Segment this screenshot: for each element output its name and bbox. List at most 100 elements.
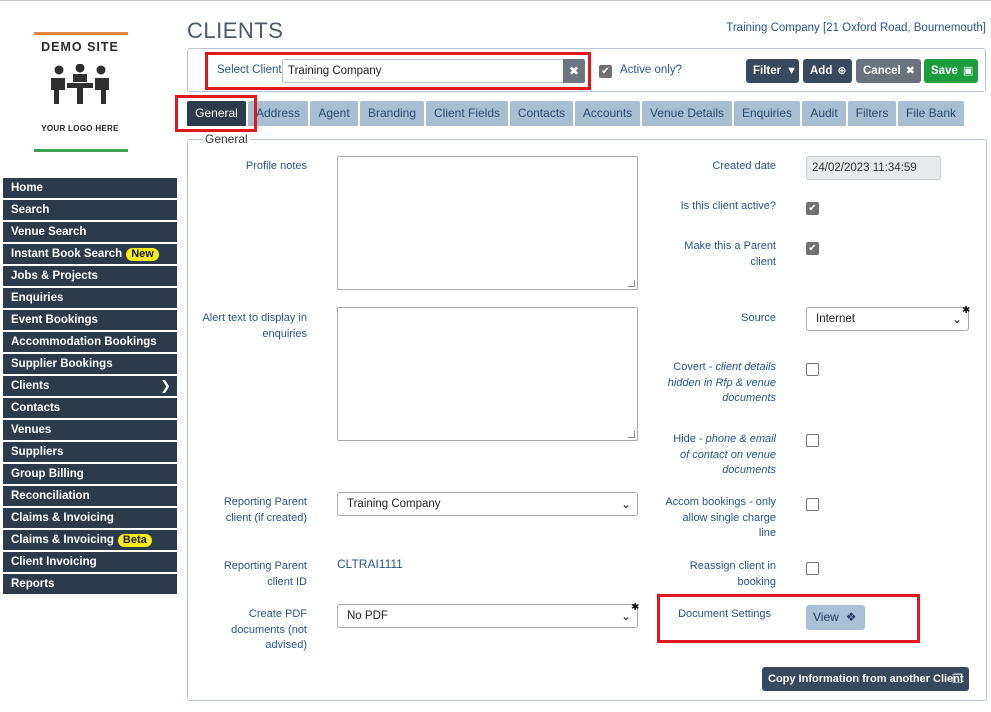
save-button[interactable]: Save ▣ bbox=[924, 59, 978, 83]
sidebar-item-home[interactable]: Home bbox=[3, 178, 177, 198]
chevron-down-icon: ⌄ bbox=[951, 312, 962, 326]
alert-text-textarea[interactable] bbox=[337, 307, 638, 441]
active-only-label: Active only? bbox=[620, 64, 683, 76]
close-icon: ✖ bbox=[905, 65, 915, 77]
sidebar-item-label: Instant Book Search bbox=[11, 248, 123, 260]
current-client-link[interactable]: Training Company [21 Oxford Road, Bourne… bbox=[726, 22, 986, 34]
covert-label-main: Covert - bbox=[673, 361, 716, 373]
alert-text-label-line2: enquiries bbox=[262, 327, 307, 340]
sidebar-item-group-billing[interactable]: Group Billing bbox=[3, 464, 177, 484]
accom-label-line1: Accom bookings - only bbox=[665, 496, 776, 508]
profile-notes-label: Profile notes bbox=[200, 159, 307, 175]
sidebar-item-label: Contacts bbox=[11, 402, 61, 414]
required-asterisk-icon: ✱ bbox=[631, 602, 640, 613]
general-legend: General bbox=[203, 132, 250, 146]
sidebar-item-claims-invoicing-beta[interactable]: Claims & Invoicing Beta bbox=[3, 530, 177, 550]
sidebar-item-client-invoicing[interactable]: Client Invoicing bbox=[3, 552, 177, 572]
create-pdf-select[interactable]: No PDF ⌄ bbox=[337, 604, 638, 628]
profile-notes-label-text: Profile notes bbox=[245, 160, 307, 172]
tab-audit[interactable]: Audit bbox=[802, 101, 846, 126]
tab-filters[interactable]: Filters bbox=[848, 101, 896, 126]
sidebar-item-supplier-bookings[interactable]: Supplier Bookings bbox=[3, 354, 177, 374]
sidebar-item-label: Suppliers bbox=[11, 446, 64, 458]
is-active-label: Is this client active? bbox=[650, 199, 776, 215]
create-pdf-label-line1: Create PDF bbox=[248, 608, 307, 620]
logo-site-name: DEMO SITE bbox=[41, 40, 119, 54]
sidebar-item-reports[interactable]: Reports bbox=[3, 574, 177, 594]
sidebar-item-label: Reconciliation bbox=[11, 490, 90, 502]
hide-contact-checkbox[interactable] bbox=[806, 434, 819, 447]
reporting-parent-label-line1: Reporting Parent bbox=[223, 496, 307, 508]
sidebar-item-label: Venue Search bbox=[11, 226, 87, 238]
new-badge: New bbox=[126, 248, 159, 261]
active-only-checkbox[interactable]: ✔ bbox=[599, 65, 612, 78]
top-divider bbox=[0, 0, 991, 1]
tab-branding[interactable]: Branding bbox=[360, 101, 424, 126]
make-parent-label-line1: Make this a Parent bbox=[684, 240, 776, 252]
accom-bookings-label: Accom bookings - only allow single charg… bbox=[650, 495, 776, 542]
reporting-parent-select[interactable]: Training Company ⌄ bbox=[337, 492, 638, 516]
sidebar-item-venue-search[interactable]: Venue Search bbox=[3, 222, 177, 242]
cancel-button[interactable]: Cancel ✖ bbox=[856, 59, 921, 83]
sidebar-item-contacts[interactable]: Contacts bbox=[3, 398, 177, 418]
tab-agent[interactable]: Agent bbox=[310, 101, 358, 126]
source-value: Internet bbox=[816, 313, 855, 325]
created-date-field: 24/02/2023 11:34:59 bbox=[806, 156, 941, 180]
hide-label-italic-2: of contact on venue bbox=[679, 448, 776, 461]
tab-contacts[interactable]: Contacts bbox=[510, 101, 573, 126]
sidebar-item-enquiries[interactable]: Enquiries bbox=[3, 288, 177, 308]
sidebar-item-search[interactable]: Search bbox=[3, 200, 177, 220]
profile-notes-textarea[interactable] bbox=[337, 156, 638, 290]
sidebar-item-claims-invoicing[interactable]: Claims & Invoicing bbox=[3, 508, 177, 528]
accom-label-line2: allow single charge bbox=[682, 511, 776, 524]
create-pdf-value: No PDF bbox=[347, 610, 388, 622]
sidebar-item-label: Group Billing bbox=[11, 468, 84, 480]
sidebar-item-label: Clients bbox=[11, 380, 50, 392]
tab-venue-details[interactable]: Venue Details bbox=[642, 101, 732, 126]
reassign-label-line1: Reassign client in bbox=[689, 560, 776, 572]
sidebar-item-instant-book-search[interactable]: Instant Book Search New bbox=[3, 244, 177, 264]
sidebar-item-label: Home bbox=[11, 182, 43, 194]
sidebar-item-event-bookings[interactable]: Event Bookings bbox=[3, 310, 177, 330]
covert-label: Covert - client details hidden in Rfp & … bbox=[650, 360, 776, 407]
plus-circle-icon: ⊕ bbox=[837, 65, 847, 77]
tab-enquiries[interactable]: Enquiries bbox=[734, 101, 800, 126]
sidebar-item-label: Event Bookings bbox=[11, 314, 98, 326]
reporting-parent-id-label-line2: client ID bbox=[267, 575, 307, 588]
reassign-client-checkbox[interactable] bbox=[806, 562, 819, 575]
make-parent-checkbox[interactable]: ✔ bbox=[806, 242, 819, 255]
sidebar-item-label: Supplier Bookings bbox=[11, 358, 113, 370]
tab-file-bank[interactable]: File Bank bbox=[898, 101, 964, 126]
create-pdf-label: Create PDF documents (not advised) bbox=[200, 607, 307, 654]
filter-button[interactable]: Filter ▼ bbox=[746, 59, 799, 83]
covert-label-italic-2: hidden in Rfp & venue bbox=[667, 376, 776, 389]
add-button-label: Add bbox=[810, 65, 833, 77]
tab-client-fields[interactable]: Client Fields bbox=[426, 101, 508, 126]
reporting-parent-id-label-line1: Reporting Parent bbox=[223, 560, 307, 572]
created-date-label-text: Created date bbox=[712, 160, 776, 172]
source-select[interactable]: Internet ⌄ bbox=[806, 307, 969, 331]
logo-tagline: YOUR LOGO HERE bbox=[41, 124, 119, 133]
sidebar-item-label: Jobs & Projects bbox=[11, 270, 98, 282]
covert-checkbox[interactable] bbox=[806, 363, 819, 376]
sidebar-item-suppliers[interactable]: Suppliers bbox=[3, 442, 177, 462]
is-active-checkbox[interactable]: ✔ bbox=[806, 202, 819, 215]
sidebar-item-clients[interactable]: Clients ❯ bbox=[3, 376, 177, 396]
add-button[interactable]: Add ⊕ bbox=[803, 59, 852, 83]
page-title: CLIENTS bbox=[187, 18, 284, 43]
accom-label-line3: line bbox=[758, 527, 776, 539]
sidebar-item-venues[interactable]: Venues bbox=[3, 420, 177, 440]
sidebar-item-accommodation-bookings[interactable]: Accommodation Bookings bbox=[3, 332, 177, 352]
tab-accounts[interactable]: Accounts bbox=[575, 101, 640, 126]
tab-address[interactable]: Address bbox=[248, 101, 308, 126]
hide-label-main: Hide - bbox=[673, 433, 706, 445]
copy-from-client-button[interactable]: Copy Information from another Client ❐ bbox=[762, 667, 969, 691]
chevron-down-icon: ⌄ bbox=[620, 497, 631, 511]
sidebar-item-label: Accommodation Bookings bbox=[11, 336, 157, 348]
accom-bookings-checkbox[interactable] bbox=[806, 498, 819, 511]
sidebar-item-reconciliation[interactable]: Reconciliation bbox=[3, 486, 177, 506]
created-date-label: Created date bbox=[650, 159, 776, 175]
alert-text-label: Alert text to display in enquiries bbox=[195, 311, 307, 342]
sidebar-item-jobs-projects[interactable]: Jobs & Projects bbox=[3, 266, 177, 286]
is-active-label-text: Is this client active? bbox=[680, 200, 776, 212]
